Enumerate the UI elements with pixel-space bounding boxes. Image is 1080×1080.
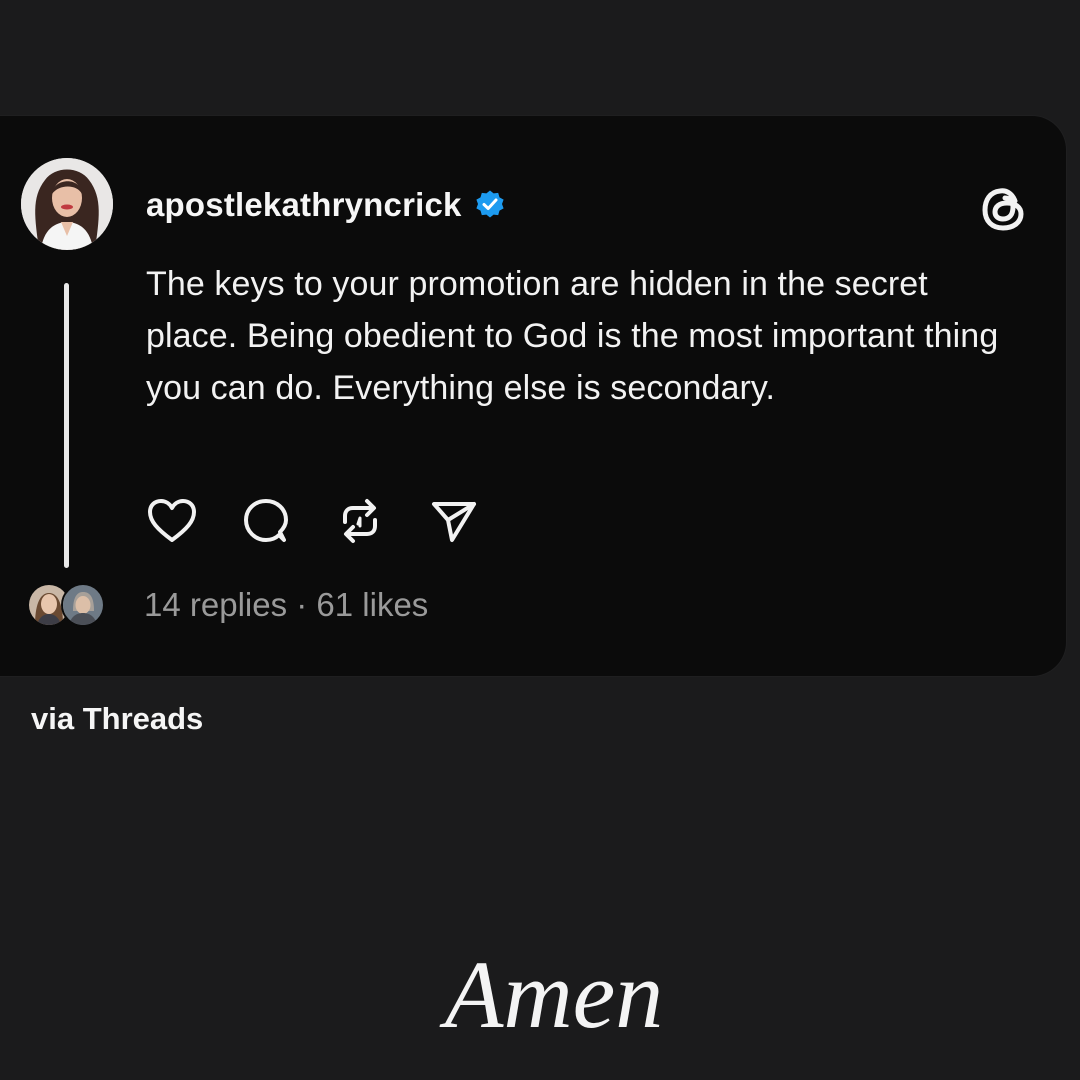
verified-badge-icon	[476, 190, 504, 218]
post-body-text: The keys to your promotion are hidden in…	[146, 265, 999, 407]
source-caption: via Threads	[31, 701, 204, 736]
replier-avatar	[61, 583, 105, 627]
signoff-text: Amen	[444, 941, 664, 1048]
author-row: apostlekathryncrick	[146, 183, 506, 227]
replier-avatars[interactable]	[27, 583, 107, 627]
repost-icon	[343, 499, 377, 543]
send-icon	[432, 502, 476, 542]
author-username[interactable]: apostlekathryncrick	[146, 186, 462, 224]
share-button[interactable]	[428, 495, 480, 547]
post-stats[interactable]: 14 replies · 61 likes	[144, 584, 428, 626]
comment-icon	[244, 499, 288, 542]
like-button[interactable]	[146, 495, 198, 547]
thread-connector-line	[64, 283, 69, 568]
author-avatar[interactable]	[21, 158, 113, 250]
post-actions	[146, 495, 522, 547]
threads-logo-icon[interactable]	[977, 181, 1031, 235]
reply-button[interactable]	[240, 495, 292, 547]
heart-icon	[148, 499, 196, 542]
repost-button[interactable]	[334, 495, 386, 547]
